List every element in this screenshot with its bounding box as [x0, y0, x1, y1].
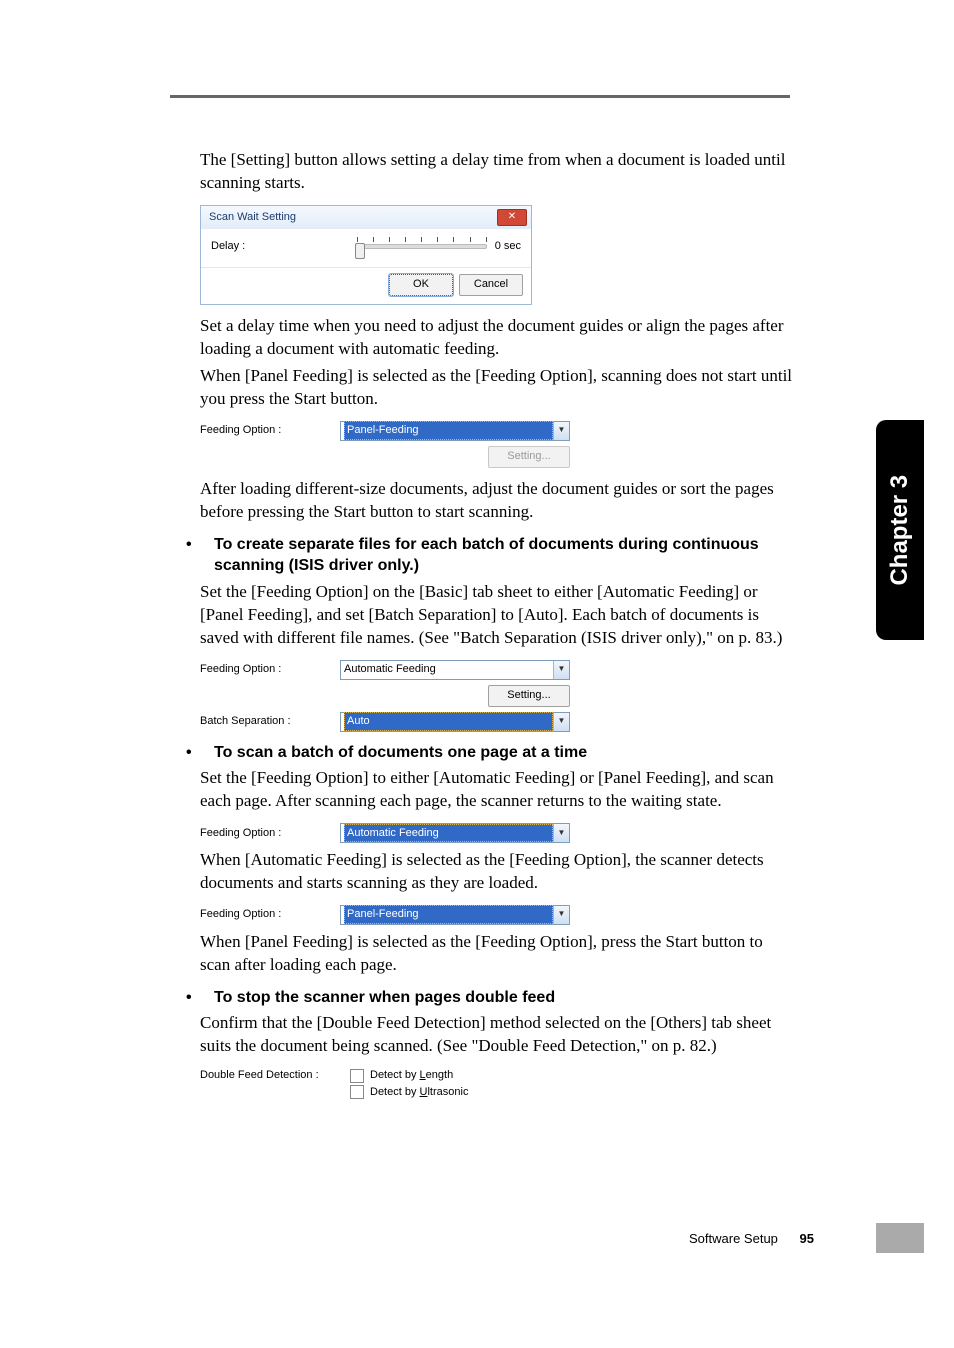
detect-by-length-checkbox[interactable]: Detect by Length [350, 1068, 580, 1083]
footer-section: Software Setup [689, 1231, 778, 1246]
slider-thumb[interactable] [355, 243, 365, 259]
feeding-option-value: Panel-Feeding [344, 905, 553, 924]
checkbox-icon[interactable] [350, 1069, 364, 1083]
para-delay-guides: Set a delay time when you need to adjust… [200, 315, 795, 361]
feeding-option-block-4: Feeding Option : Panel-Feeding ▼ [200, 905, 570, 925]
para-after-loading: After loading different-size documents, … [200, 478, 795, 524]
para-panel-feed-start: When [Panel Feeding] is selected as the … [200, 931, 795, 977]
feeding-option-value: Automatic Feeding [344, 662, 436, 677]
cancel-button[interactable]: Cancel [459, 274, 523, 296]
setting-button: Setting... [488, 446, 570, 468]
batch-separation-combo[interactable]: Auto ▼ [340, 712, 570, 732]
footer-page-number: 95 [800, 1231, 814, 1246]
para-one-page: Set the [Feeding Option] to either [Auto… [200, 767, 795, 813]
footer-gray-block [876, 1223, 924, 1253]
heading-double-feed-text: To stop the scanner when pages double fe… [214, 989, 555, 1006]
delay-slider[interactable] [357, 237, 487, 257]
feeding-option-value: Automatic Feeding [344, 824, 553, 843]
checkbox-icon[interactable] [350, 1085, 364, 1099]
batch-separation-value: Auto [344, 712, 553, 731]
double-feed-block: Double Feed Detection : Detect by Length… [200, 1068, 580, 1102]
para-auto-feeding: When [Automatic Feeding] is selected as … [200, 849, 795, 895]
scan-wait-dialog: Scan Wait Setting ✕ Delay : 0 sec OK Can… [200, 205, 532, 305]
close-icon[interactable]: ✕ [497, 209, 527, 226]
heading-one-page: •To scan a batch of documents one page a… [200, 742, 795, 764]
feeding-option-block-3: Feeding Option : Automatic Feeding ▼ [200, 823, 570, 843]
chapter-tab-label: Chapter 3 [884, 475, 916, 586]
para-panel-feeding: When [Panel Feeding] is selected as the … [200, 365, 795, 411]
delay-label: Delay : [211, 239, 245, 254]
chevron-down-icon[interactable]: ▼ [553, 422, 569, 440]
para-separate-files: Set the [Feeding Option] on the [Basic] … [200, 581, 795, 650]
header-rule [170, 95, 790, 98]
heading-double-feed: •To stop the scanner when pages double f… [200, 987, 795, 1009]
feeding-option-label: Feeding Option : [200, 907, 340, 922]
page-content: The [Setting] button allows setting a de… [200, 145, 795, 1112]
setting-button[interactable]: Setting... [488, 685, 570, 707]
feeding-option-combo[interactable]: Automatic Feeding ▼ [340, 660, 570, 680]
feeding-option-combo[interactable]: Panel-Feeding ▼ [340, 421, 570, 441]
batch-separation-label: Batch Separation : [200, 714, 340, 729]
feeding-option-label: Feeding Option : [200, 423, 340, 438]
detect-ultrasonic-label: Detect by Ultrasonic [370, 1085, 468, 1100]
heading-separate-files-text: To create separate files for each batch … [214, 536, 759, 575]
feeding-option-value: Panel-Feeding [344, 421, 553, 440]
double-feed-label: Double Feed Detection : [200, 1068, 350, 1083]
chevron-down-icon[interactable]: ▼ [553, 824, 569, 842]
dialog-title: Scan Wait Setting [209, 210, 296, 225]
dialog-titlebar: Scan Wait Setting ✕ [201, 206, 531, 229]
feeding-option-combo[interactable]: Panel-Feeding ▼ [340, 905, 570, 925]
chevron-down-icon[interactable]: ▼ [553, 713, 569, 731]
chapter-tab: Chapter 3 [876, 420, 924, 640]
detect-length-label: Detect by Length [370, 1068, 453, 1083]
chevron-down-icon[interactable]: ▼ [553, 906, 569, 924]
page-footer: Software Setup 95 [689, 1230, 814, 1248]
feeding-option-label: Feeding Option : [200, 662, 340, 677]
chevron-down-icon[interactable]: ▼ [553, 661, 569, 679]
heading-separate-files: •To create separate files for each batch… [200, 534, 795, 577]
feeding-option-combo[interactable]: Automatic Feeding ▼ [340, 823, 570, 843]
heading-one-page-text: To scan a batch of documents one page at… [214, 744, 587, 761]
feeding-option-block-1: Feeding Option : Panel-Feeding ▼ Setting… [200, 421, 570, 468]
ok-button[interactable]: OK [389, 274, 453, 296]
para-double-feed: Confirm that the [Double Feed Detection]… [200, 1012, 795, 1058]
intro-text: The [Setting] button allows setting a de… [200, 149, 795, 195]
detect-by-ultrasonic-checkbox[interactable]: Detect by Ultrasonic [350, 1085, 580, 1100]
delay-value: 0 sec [495, 239, 521, 254]
feeding-option-block-2: Feeding Option : Automatic Feeding ▼ Set… [200, 660, 570, 732]
feeding-option-label: Feeding Option : [200, 826, 340, 841]
